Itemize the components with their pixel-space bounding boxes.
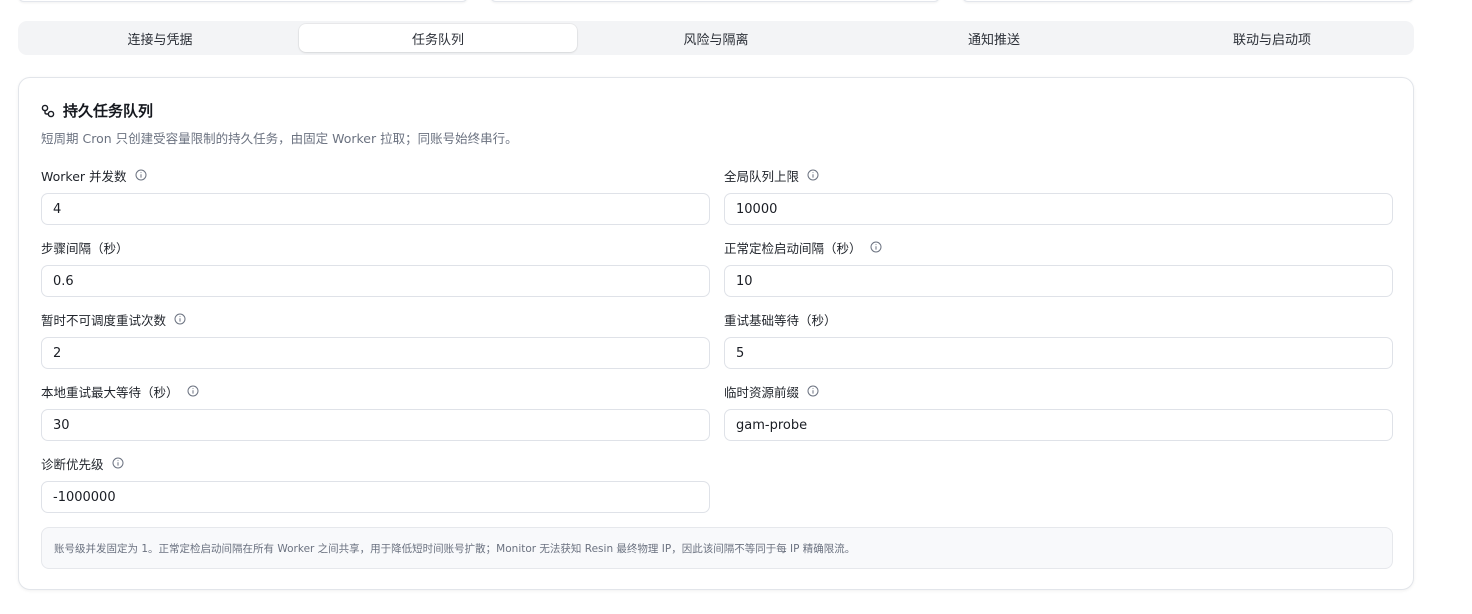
global-queue-limit-input[interactable] xyxy=(724,193,1393,225)
info-icon[interactable] xyxy=(174,313,186,325)
field-label: 正常定检启动间隔（秒） xyxy=(724,240,862,256)
top-card-3 xyxy=(962,0,1414,2)
top-card-2 xyxy=(490,0,940,2)
diagnostic-priority-input[interactable] xyxy=(41,481,710,513)
card-title-text: 持久任务队列 xyxy=(63,102,154,120)
field-label: 步骤间隔（秒） xyxy=(41,240,129,256)
field-worker-concurrency: Worker 并发数 xyxy=(41,166,710,225)
info-icon[interactable] xyxy=(112,457,124,469)
tab-task-queue[interactable]: 任务队列 xyxy=(299,24,577,52)
worker-concurrency-input[interactable] xyxy=(41,193,710,225)
field-label: Worker 并发数 xyxy=(41,168,127,184)
field-diagnostic-priority: 诊断优先级 xyxy=(41,454,710,513)
info-icon[interactable] xyxy=(135,169,147,181)
top-card-1 xyxy=(18,0,468,2)
field-temp-resource-prefix: 临时资源前缀 xyxy=(724,382,1393,441)
unschedulable-retries-input[interactable] xyxy=(41,337,710,369)
tab-integrations[interactable]: 联动与启动项 xyxy=(1133,24,1411,52)
tab-notifications[interactable]: 通知推送 xyxy=(855,24,1133,52)
field-label: 重试基础等待（秒） xyxy=(724,312,837,328)
info-icon[interactable] xyxy=(870,241,882,253)
scheduled-check-interval-input[interactable] xyxy=(724,265,1393,297)
info-icon[interactable] xyxy=(807,385,819,397)
task-queue-card: 持久任务队列 短周期 Cron 只创建受容量限制的持久任务，由固定 Worker… xyxy=(18,77,1414,590)
field-label: 本地重试最大等待（秒） xyxy=(41,384,179,400)
info-note: 账号级并发固定为 1。正常定检启动间隔在所有 Worker 之间共享，用于降低短… xyxy=(41,527,1393,569)
temp-resource-prefix-input[interactable] xyxy=(724,409,1393,441)
retry-base-wait-input[interactable] xyxy=(724,337,1393,369)
tab-risk-isolation[interactable]: 风险与隔离 xyxy=(577,24,855,52)
card-title: 持久任务队列 xyxy=(41,100,153,121)
field-label: 暂时不可调度重试次数 xyxy=(41,312,167,328)
field-unschedulable-retries: 暂时不可调度重试次数 xyxy=(41,310,710,369)
link-icon xyxy=(41,104,55,118)
field-label: 临时资源前缀 xyxy=(724,384,800,400)
local-retry-max-wait-input[interactable] xyxy=(41,409,710,441)
field-local-retry-max-wait: 本地重试最大等待（秒） xyxy=(41,382,710,441)
card-description: 短周期 Cron 只创建受容量限制的持久任务，由固定 Worker 拉取；同账号… xyxy=(41,131,518,146)
step-interval-input[interactable] xyxy=(41,265,710,297)
field-scheduled-check-interval: 正常定检启动间隔（秒） xyxy=(724,238,1393,297)
field-label: 诊断优先级 xyxy=(41,456,104,472)
info-icon[interactable] xyxy=(187,385,199,397)
info-icon[interactable] xyxy=(807,169,819,181)
field-retry-base-wait: 重试基础等待（秒） xyxy=(724,310,1393,369)
info-note-text: 账号级并发固定为 1。正常定检启动间隔在所有 Worker 之间共享，用于降低短… xyxy=(54,542,856,555)
field-label: 全局队列上限 xyxy=(724,168,800,184)
settings-tabs: 连接与凭据 任务队列 风险与隔离 通知推送 联动与启动项 xyxy=(18,21,1414,55)
field-step-interval: 步骤间隔（秒） xyxy=(41,238,710,297)
tab-connection[interactable]: 连接与凭据 xyxy=(21,24,299,52)
field-global-queue-limit: 全局队列上限 xyxy=(724,166,1393,225)
